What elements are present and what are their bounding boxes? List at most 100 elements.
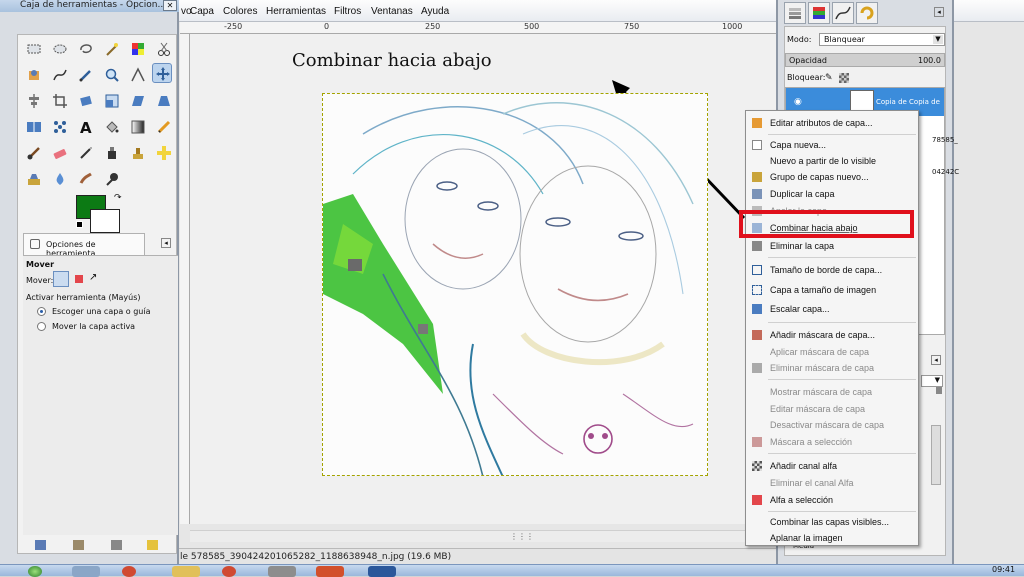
perspective-icon[interactable] [154,91,174,111]
opacity-slider[interactable]: Opacidad 100.0 [785,53,945,67]
taskbar-powerpoint-icon[interactable] [316,566,344,577]
vertical-ruler[interactable] [180,34,190,524]
delete-options-icon[interactable] [111,540,122,550]
blur-icon[interactable] [50,169,70,189]
scale-icon[interactable] [102,91,122,111]
taskbar-app-icon[interactable] [72,566,100,577]
measure-icon[interactable] [128,65,148,85]
eraser-icon[interactable] [50,143,70,163]
menu-capa[interactable]: Capa [190,6,214,17]
tab-channels[interactable] [808,2,830,24]
dodge-burn-icon[interactable] [102,169,122,189]
restore-options-icon[interactable] [73,540,84,550]
move-tool-icon[interactable] [152,63,172,83]
paintbrush-icon[interactable] [24,143,44,163]
rect-select-icon[interactable] [24,39,44,59]
dock-menu-icon[interactable]: ◂ [934,7,944,17]
mode-dropdown[interactable]: Blanquear ▼ [819,33,945,46]
menu-item-new-layer[interactable]: Capa nueva... [746,137,918,153]
pencil-icon[interactable] [154,117,174,137]
menu-item-duplicate[interactable]: Duplicar la capa [746,186,918,202]
color-select-icon[interactable] [128,39,148,59]
taskbar-gimp-icon[interactable] [268,566,296,577]
move-path-mode-icon[interactable]: ↗ [89,272,97,283]
move-selection-mode-icon[interactable] [75,275,83,283]
lock-alpha-icon[interactable] [839,73,849,83]
panel-menu-icon[interactable]: ◂ [931,355,941,365]
horizontal-ruler[interactable]: -250 0 250 500 750 1000 [180,22,776,34]
menu-filtros[interactable]: Filtros [334,6,361,17]
menu-item-layer-to-image[interactable]: Capa a tamaño de imagen [746,282,918,298]
ellipse-select-icon[interactable] [50,39,70,59]
close-icon[interactable]: ✕ [163,0,177,11]
perspective-clone-icon[interactable] [24,169,44,189]
heal-icon[interactable] [154,143,174,163]
menu-ayuda[interactable]: Ayuda [421,6,449,17]
tab-menu-icon[interactable]: ◂ [161,238,171,248]
menu-item-remove-alpha[interactable]: Eliminar el canal Alfa [746,475,918,491]
menu-item-apply-mask[interactable]: Aplicar máscara de capa [746,344,918,360]
toolbox-titlebar[interactable]: Caja de herramientas - Opcion... ✕ [0,0,179,12]
tab-tool-options[interactable]: Opciones de herramienta [23,233,145,258]
menu-item-new-from-visible[interactable]: Nuevo a partir de lo visible [746,153,918,169]
menu-item-merge-visible[interactable]: Combinar las capas visibles... [746,514,918,530]
menu-item-delete-mask[interactable]: Eliminar máscara de capa [746,360,918,376]
menu-item-edit-attributes[interactable]: Editar atributos de capa... [746,115,918,131]
save-options-icon[interactable] [35,540,46,550]
menu-item-disable-mask[interactable]: Desactivar máscara de capa [746,417,918,433]
menu-item-add-alpha[interactable]: Añadir canal alfa [746,458,918,474]
swap-colors-icon[interactable]: ↷ [114,193,122,203]
lock-pixels-icon[interactable]: ✎ [825,73,833,83]
menu-item-boundary-size[interactable]: Tamaño de borde de capa... [746,262,918,278]
align-icon[interactable] [24,91,44,111]
blend-icon[interactable] [128,117,148,137]
rotate-icon[interactable] [76,91,96,111]
tab-layers[interactable] [784,2,806,24]
shear-icon[interactable] [128,91,148,111]
start-button-icon[interactable] [28,566,42,577]
move-layer-mode-icon[interactable] [53,271,69,287]
tab-paths[interactable] [832,2,854,24]
taskbar-browser-icon[interactable] [222,566,236,577]
zoom-icon[interactable] [102,65,122,85]
menu-colores[interactable]: Colores [223,6,257,17]
menu-item-mask-to-selection[interactable]: Máscara a selección [746,434,918,450]
default-colors-icon[interactable] [76,221,83,228]
fuzzy-select-icon[interactable] [102,39,122,59]
ink-icon[interactable] [102,143,122,163]
horizontal-scrollbar[interactable]: ⋮⋮⋮ [190,530,776,542]
menu-item-alpha-to-selection[interactable]: Alfa a selección [746,492,918,508]
radio-move-active[interactable] [37,322,46,331]
smudge-icon[interactable] [76,169,96,189]
flip-icon[interactable] [24,117,44,137]
bucket-fill-icon[interactable] [102,117,122,137]
menu-item-delete-layer[interactable]: Eliminar la capa [746,238,918,254]
scissors-icon[interactable] [154,39,174,59]
taskbar-folder-icon[interactable] [172,566,200,577]
photo-layer[interactable] [322,93,708,476]
menu-item-flatten[interactable]: Aplanar la imagen [746,530,918,546]
menu-item-edit-mask[interactable]: Editar máscara de capa [746,401,918,417]
tab-undo[interactable] [856,2,878,24]
menu-herramientas[interactable]: Herramientas [266,6,326,17]
menu-item-new-group[interactable]: Grupo de capas nuevo... [746,169,918,185]
paths-icon[interactable] [50,65,70,85]
reset-options-icon[interactable] [147,540,158,550]
lasso-icon[interactable] [76,39,96,59]
brush-dropdown[interactable]: ▼ [921,375,943,387]
foreground-select-icon[interactable] [24,65,44,85]
crop-icon[interactable] [50,91,70,111]
clone-icon[interactable] [128,143,148,163]
taskbar-word-icon[interactable] [368,566,396,577]
menu-ventanas[interactable]: Ventanas [371,6,413,17]
radio-pick-layer[interactable] [37,307,46,316]
taskbar-browser-icon[interactable] [122,566,136,577]
visibility-eye-icon[interactable]: ◉ [794,97,802,107]
cage-icon[interactable] [50,117,70,137]
color-picker-icon[interactable] [76,65,96,85]
airbrush-icon[interactable] [76,143,96,163]
menu-item-scale-layer[interactable]: Escalar capa... [746,301,918,317]
text-tool-icon[interactable]: A [76,117,96,137]
vertical-scrollbar[interactable] [931,425,941,485]
menu-item-show-mask[interactable]: Mostrar máscara de capa [746,384,918,400]
